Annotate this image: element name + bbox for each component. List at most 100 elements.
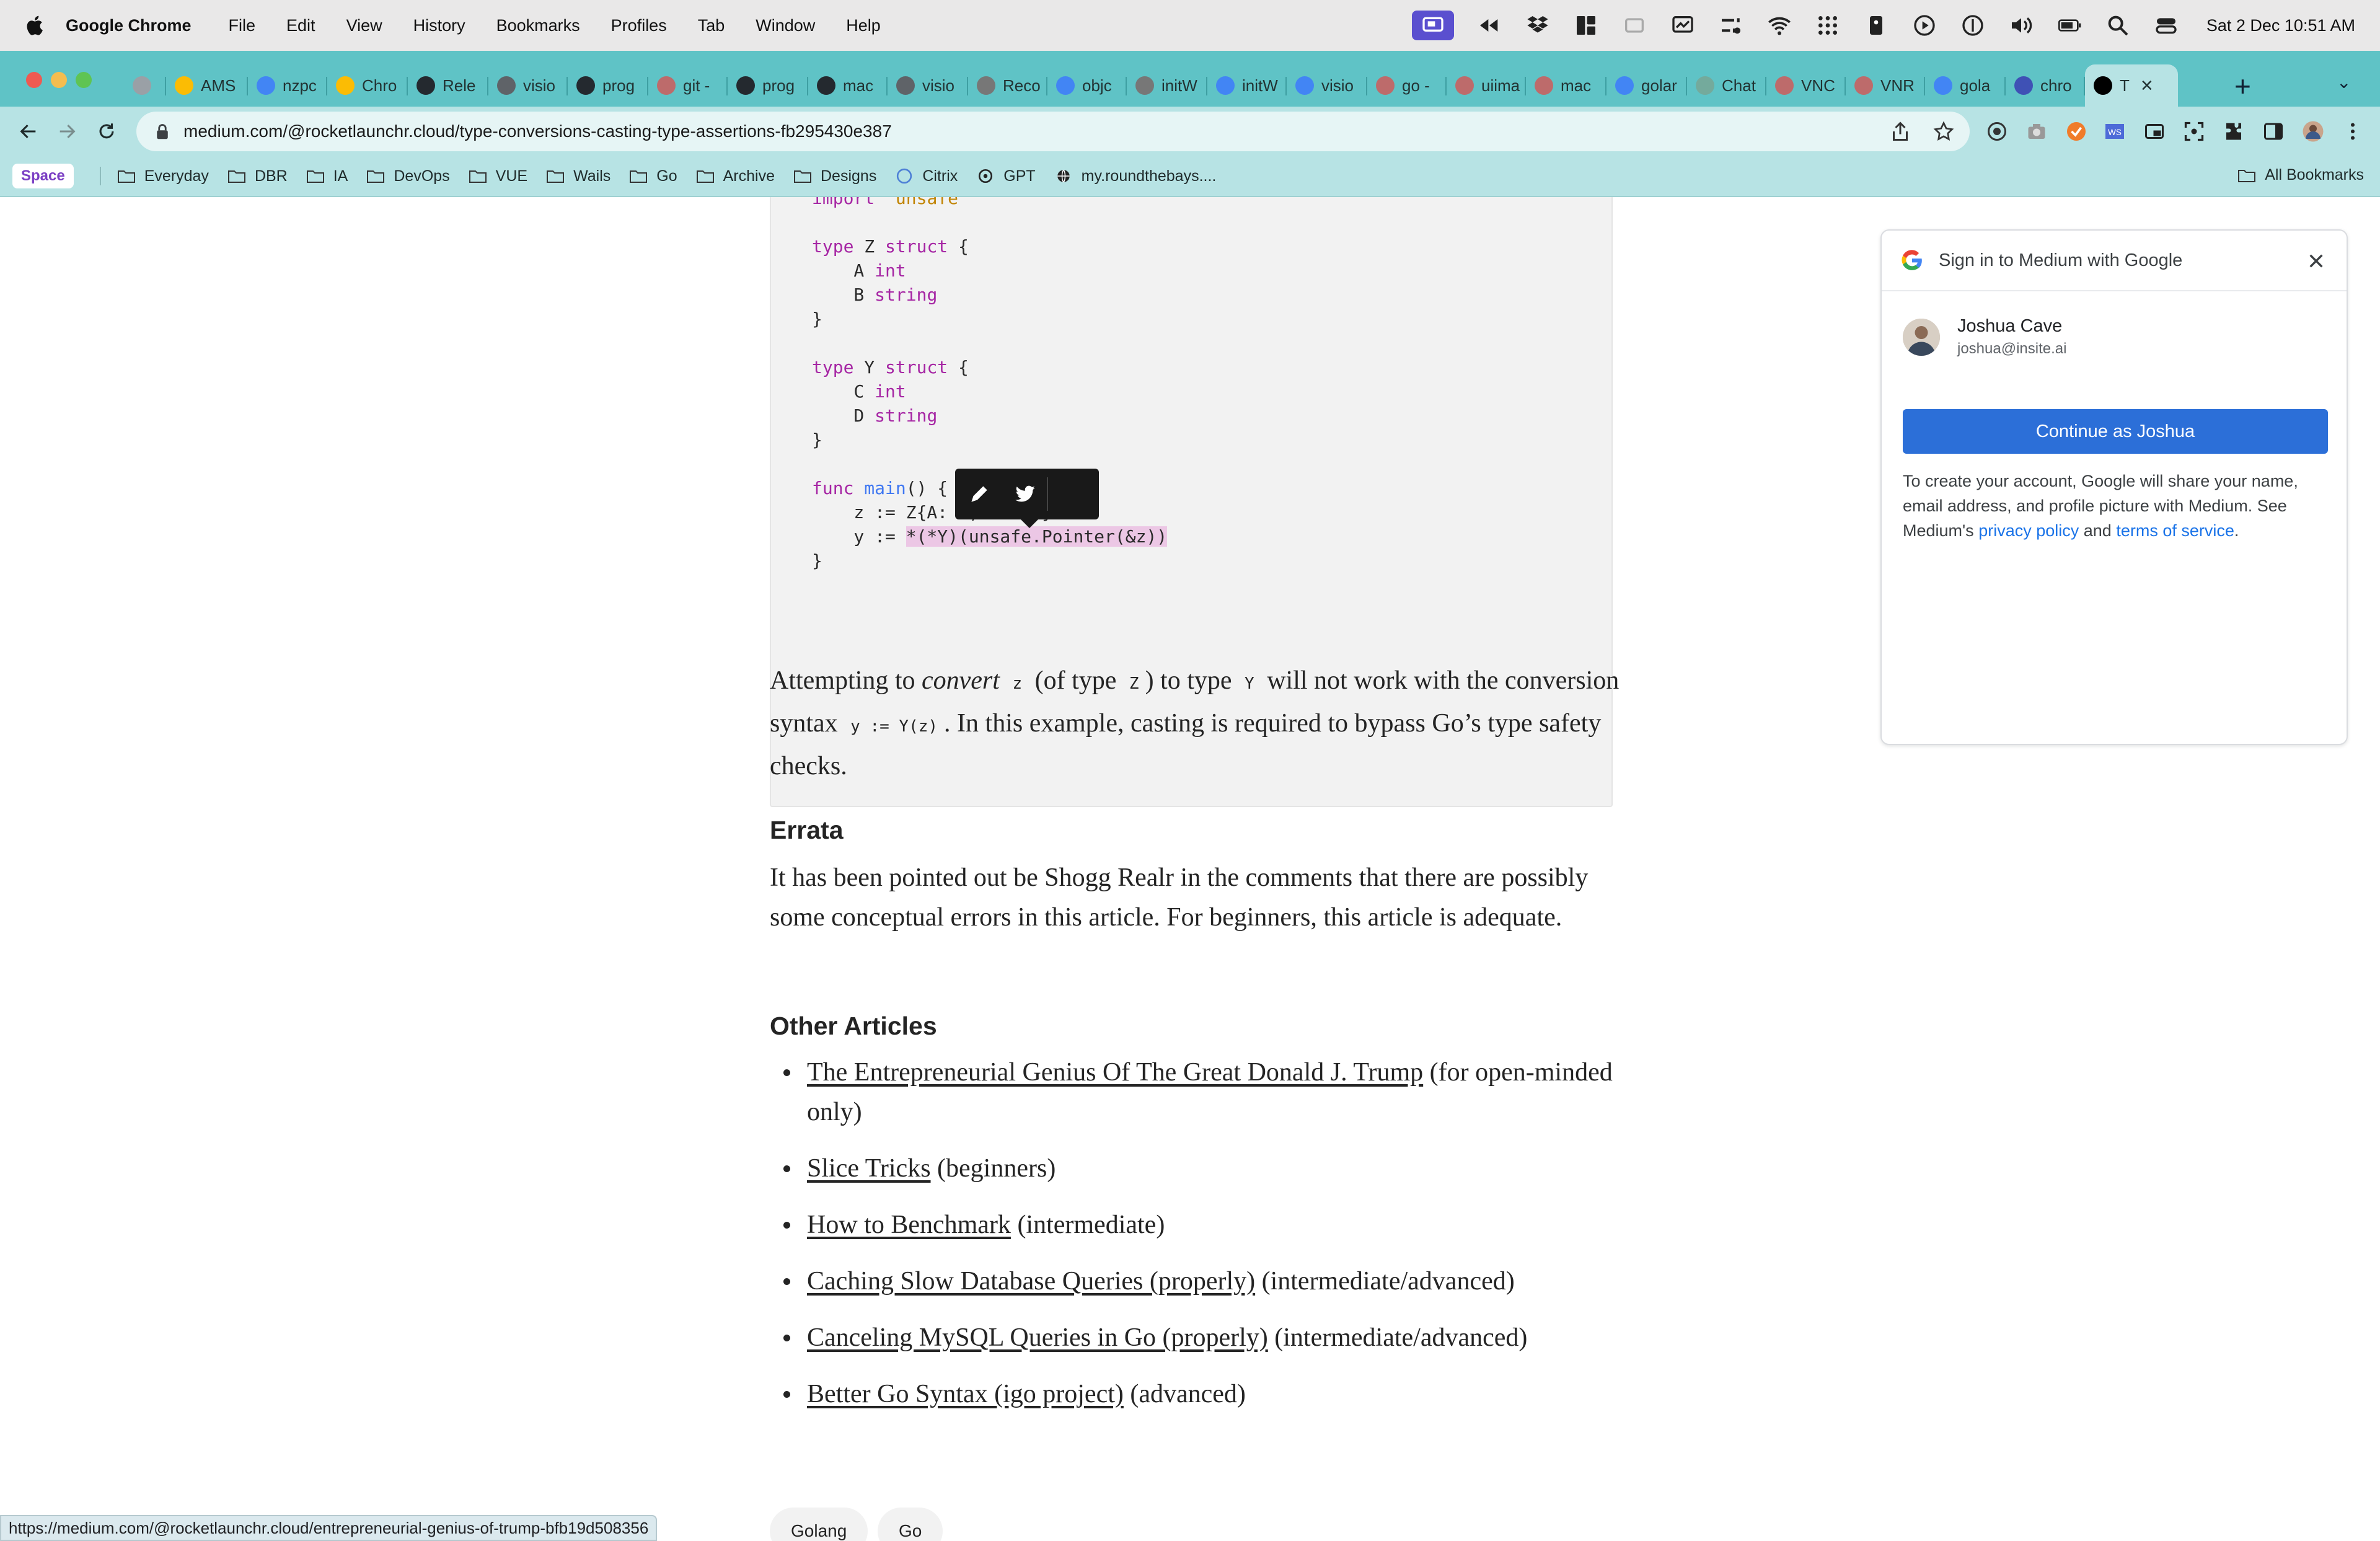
browser-tab[interactable]: mac xyxy=(808,64,888,107)
control-icon[interactable] xyxy=(1718,12,1744,38)
new-tab-button[interactable]: + xyxy=(2234,69,2251,103)
bookmark-item[interactable]: Wails xyxy=(546,167,610,185)
browser-tab[interactable]: go - xyxy=(1367,64,1447,107)
article-link[interactable]: Caching Slow Database Queries (properly) xyxy=(807,1267,1255,1296)
picture-in-picture-icon[interactable] xyxy=(2142,119,2167,144)
password-icon[interactable] xyxy=(1863,12,1889,38)
close-tab-icon[interactable]: × xyxy=(2141,74,2153,98)
browser-tab[interactable]: VNR xyxy=(1846,64,1925,107)
menu-app-name[interactable]: Google Chrome xyxy=(66,16,192,35)
bookmark-item[interactable]: Everyday xyxy=(117,167,209,185)
browser-tab[interactable]: uiima xyxy=(1447,64,1526,107)
wifi-icon[interactable] xyxy=(1766,12,1792,38)
browser-tab[interactable]: nzpc xyxy=(248,64,327,107)
article-link[interactable]: Better Go Syntax (igo project) xyxy=(807,1380,1124,1408)
back-button[interactable] xyxy=(14,117,43,146)
browser-tab[interactable]: Rele xyxy=(408,64,488,107)
bookmark-item[interactable]: DBR xyxy=(227,167,288,185)
browser-tab[interactable] xyxy=(124,64,166,107)
article-link[interactable]: The Entrepreneurial Genius Of The Great … xyxy=(807,1058,1423,1087)
battery-icon[interactable] xyxy=(2056,12,2082,38)
browser-tab[interactable]: golar xyxy=(1606,64,1687,107)
browser-tab[interactable]: Reco xyxy=(968,64,1047,107)
rewind-icon[interactable] xyxy=(1476,12,1502,38)
twitter-share-button[interactable] xyxy=(1003,469,1047,519)
all-bookmarks-button[interactable]: All Bookmarks xyxy=(2237,166,2364,184)
browser-tab[interactable]: prog xyxy=(568,64,648,107)
grid-icon[interactable] xyxy=(1815,12,1841,38)
side-panel-icon[interactable] xyxy=(2261,119,2286,144)
screenshot-extension-icon[interactable] xyxy=(2182,119,2206,144)
camera-extension-icon[interactable] xyxy=(2024,119,2049,144)
bookmark-item[interactable]: DevOps xyxy=(366,167,450,185)
bookmark-star-icon[interactable] xyxy=(1933,119,1955,144)
close-icon[interactable] xyxy=(2302,247,2330,275)
monitor-icon[interactable] xyxy=(1670,12,1696,38)
menu-help[interactable]: Help xyxy=(846,16,881,35)
window-icon[interactable] xyxy=(1621,12,1647,38)
extensions-puzzle-icon[interactable] xyxy=(2221,119,2246,144)
bookmark-item[interactable]: IA xyxy=(306,167,348,185)
google-account-row[interactable]: Joshua Cave joshua@insite.ai xyxy=(1903,316,2066,358)
minimize-window-button[interactable] xyxy=(51,72,67,88)
play-icon[interactable] xyxy=(1911,12,1937,38)
menu-file[interactable]: File xyxy=(229,16,256,35)
chrome-menu-icon[interactable] xyxy=(2340,119,2365,144)
space-button[interactable]: Space xyxy=(12,164,74,188)
bookmark-item[interactable]: Citrix xyxy=(895,167,958,185)
menu-bookmarks[interactable]: Bookmarks xyxy=(496,16,580,35)
address-bar[interactable]: medium.com/@rocketlaunchr.cloud/type-con… xyxy=(136,112,1970,151)
menu-history[interactable]: History xyxy=(413,16,465,35)
browser-tab[interactable]: initW xyxy=(1127,64,1207,107)
menu-profiles[interactable]: Profiles xyxy=(611,16,667,35)
article-link[interactable]: How to Benchmark xyxy=(807,1211,1011,1239)
translate-extension-icon[interactable]: WS xyxy=(2102,119,2127,144)
code-line-highlighted[interactable]: y := *(*Y)(unsafe.Pointer(&z)) xyxy=(812,524,1611,549)
layout-icon[interactable] xyxy=(1573,12,1599,38)
maximize-window-button[interactable] xyxy=(76,72,92,88)
browser-tab[interactable]: AMS xyxy=(166,64,248,107)
privacy-policy-link[interactable]: privacy policy xyxy=(1978,521,2079,540)
browser-tab[interactable]: mac xyxy=(1526,64,1606,107)
bookmark-item[interactable]: my.roundthebays.... xyxy=(1054,167,1216,185)
onepassword-icon[interactable] xyxy=(1960,12,1986,38)
reload-button[interactable] xyxy=(92,117,121,146)
browser-tab[interactable]: chro xyxy=(2006,64,2085,107)
orange-extension-icon[interactable] xyxy=(2064,119,2089,144)
browser-tab[interactable]: visio xyxy=(488,64,568,107)
browser-tab[interactable]: initW xyxy=(1207,64,1287,107)
browser-tab[interactable]: Chat xyxy=(1687,64,1766,107)
browser-tab[interactable]: Chro xyxy=(327,64,408,107)
browser-tab[interactable]: visio xyxy=(888,64,968,107)
bookmark-item[interactable]: VUE xyxy=(469,167,527,185)
close-window-button[interactable] xyxy=(26,72,42,88)
bookmark-item[interactable]: Designs xyxy=(793,167,876,185)
menu-view[interactable]: View xyxy=(346,16,382,35)
tag-go[interactable]: Go xyxy=(878,1508,943,1541)
profile-avatar[interactable] xyxy=(2301,119,2325,144)
article-link[interactable]: Canceling MySQL Queries in Go (properly) xyxy=(807,1323,1268,1352)
volume-icon[interactable] xyxy=(2008,12,2034,38)
bookmark-item[interactable]: Archive xyxy=(696,167,775,185)
browser-tab[interactable]: objc xyxy=(1047,64,1127,107)
continue-as-button[interactable]: Continue as Joshua xyxy=(1903,409,2328,454)
spotlight-icon[interactable] xyxy=(2105,12,2131,38)
dropbox-icon[interactable] xyxy=(1525,12,1551,38)
bookmark-item[interactable]: GPT xyxy=(976,167,1036,185)
browser-tab[interactable]: VNC xyxy=(1766,64,1846,107)
browser-tab[interactable]: git - xyxy=(648,64,728,107)
highlight-pen-button[interactable] xyxy=(955,469,1003,519)
browser-tab[interactable]: gola xyxy=(1925,64,2006,107)
article-link[interactable]: Slice Tricks xyxy=(807,1154,931,1183)
menu-tab[interactable]: Tab xyxy=(698,16,725,35)
browser-tab[interactable]: prog xyxy=(728,64,808,107)
bookmark-item[interactable]: Go xyxy=(629,167,677,185)
terms-of-service-link[interactable]: terms of service xyxy=(2116,521,2234,540)
extension-circle-icon[interactable] xyxy=(1985,119,2009,144)
tab-search-chevron-icon[interactable]: ⌄ xyxy=(2337,72,2351,92)
site-info-icon[interactable] xyxy=(150,123,175,140)
tag-golang[interactable]: Golang xyxy=(770,1508,868,1541)
menu-window[interactable]: Window xyxy=(756,16,815,35)
apple-menu-icon[interactable] xyxy=(25,14,43,37)
control-center-icon[interactable] xyxy=(2153,12,2179,38)
